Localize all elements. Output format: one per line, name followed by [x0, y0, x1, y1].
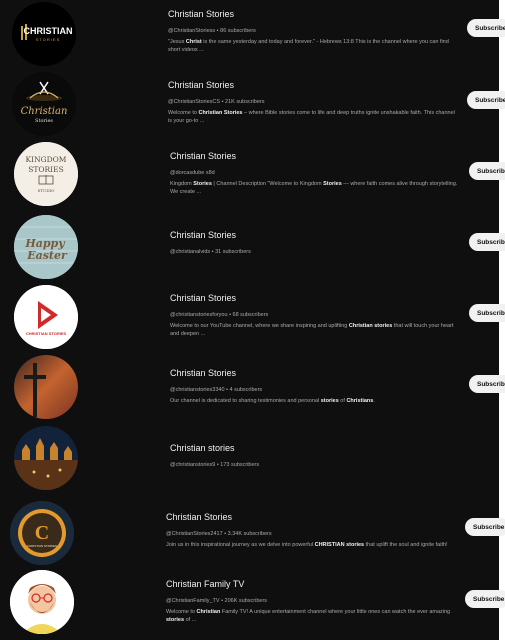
avatar-wordmark: C [35, 522, 49, 544]
happy-easter-art-icon: Happy Easter [14, 215, 78, 279]
channel-info: Christian stories @christianstories9 • 1… [170, 442, 462, 469]
channel-title[interactable]: Christian Stories [166, 511, 466, 523]
subscribe-button[interactable]: Subscribe [469, 304, 505, 322]
channel-info: Christian Stories @christianstoriesforyo… [170, 292, 462, 338]
avatar-extraword: STUDIO [38, 188, 56, 193]
channel-avatar[interactable]: CHRISTIAN STORIES [12, 2, 76, 66]
subscribe-button[interactable]: Subscribe [469, 375, 505, 393]
channel-description: Welcome to Christian Stories – where Bib… [168, 110, 455, 124]
avatar-subword: Easter [26, 249, 68, 262]
city-night-image-icon [14, 426, 78, 490]
avatar-subword: Stories [35, 118, 53, 124]
channel-handle-subs: @ChristianStoriesCS • 21K subscribers [168, 99, 265, 105]
avatar-wordmark: Christian [21, 106, 68, 117]
channel-info: Christian Stories @christianstories3340 … [170, 367, 462, 405]
subscribe-button[interactable]: Subscribe [469, 233, 505, 251]
channel-info: Christian Stories @ChristianStoriesCS • … [168, 79, 460, 125]
subscribe-button[interactable]: Subscribe [465, 590, 505, 608]
channel-title[interactable]: Christian stories [170, 442, 462, 454]
channel-result[interactable]: Christian stories @christianstories9 • 1… [0, 426, 505, 496]
subscribe-button[interactable]: Subscribe [467, 19, 505, 37]
channel-title[interactable]: Christian Stories [168, 8, 460, 20]
channel-title[interactable]: Christian Family TV [166, 578, 462, 590]
channel-description: Join us in this inspirational journey as… [166, 542, 448, 548]
avatar-subword: STORIES [28, 165, 64, 174]
channel-avatar[interactable] [14, 355, 78, 419]
channel-result[interactable]: Christian Family TV @ChristianFamily_TV … [0, 570, 505, 640]
channel-description: "Jesus Christ is the same yesterday and … [168, 39, 449, 53]
channel-avatar[interactable]: C CHRISTIAN STORIES [10, 501, 74, 565]
channel-result[interactable]: CHRISTIAN STORIES Christian Stories @Chr… [0, 0, 505, 70]
channel-result[interactable]: CHRISTIAN STORIES Christian Stories @chr… [0, 284, 505, 354]
avatar-wordmark: CHRISTIAN [24, 26, 73, 36]
channel-info: Christian Stories @dorcasdube x8d Kingdo… [170, 150, 462, 196]
channel-result[interactable]: KINGDOM STORIES STUDIO Christian Stories… [0, 142, 505, 212]
channel-avatar[interactable] [14, 426, 78, 490]
channel-description: Our channel is dedicated to sharing test… [170, 398, 375, 404]
cartoon-man-avatar-icon [10, 570, 74, 634]
avatar-wordmark: CHRISTIAN STORIES [26, 331, 67, 336]
subscribe-button[interactable]: Subscribe [467, 91, 505, 109]
channel-handle-subs: @dorcasdube x8d [170, 170, 215, 176]
channel-avatar[interactable]: CHRISTIAN STORIES [14, 285, 78, 349]
kingdom-stories-logo-icon: KINGDOM STORIES STUDIO [14, 142, 78, 206]
channel-info: Christian Family TV @ChristianFamily_TV … [166, 578, 462, 624]
avatar-subword: CHRISTIAN STORIES [27, 544, 57, 548]
channel-handle-subs: @ChristianFamily_TV • 206K subscribers [166, 598, 268, 604]
channel-title[interactable]: Christian Stories [170, 292, 462, 304]
channel-avatar[interactable]: Christian Stories [12, 72, 76, 136]
channel-description: Welcome to our YouTube channel, where we… [170, 323, 454, 337]
subscribe-button[interactable]: Subscribe [469, 162, 505, 180]
channel-handle-subs: @ChristianStories2417 • 3.34K subscriber… [166, 531, 272, 537]
channel-result[interactable]: C CHRISTIAN STORIES Christian Stories @C… [0, 497, 505, 567]
christian-stories-logo-icon: CHRISTIAN STORIES [12, 2, 76, 66]
channel-info: Christian Stories @ChristianStoriess • 8… [168, 8, 460, 54]
channel-title[interactable]: Christian Stories [168, 79, 460, 91]
channel-result[interactable]: Happy Easter Christian Stories @christia… [0, 213, 505, 283]
channel-title[interactable]: Christian Stories [170, 150, 462, 162]
christian-stories-c-logo-icon: C CHRISTIAN STORIES [10, 501, 74, 565]
channel-handle-subs: @christianstories9 • 173 subscribers [170, 462, 260, 468]
channel-title[interactable]: Christian Stories [170, 229, 462, 241]
channel-avatar[interactable]: Happy Easter [14, 215, 78, 279]
channel-result[interactable]: Christian Stories Christian Stories @Chr… [0, 71, 505, 141]
channel-info: Christian Stories @christianalvids • 31 … [170, 229, 462, 256]
channel-avatar[interactable] [10, 570, 74, 634]
channel-description: Welcome to Christian Family TV! A unique… [166, 609, 451, 623]
play-logo-icon: CHRISTIAN STORIES [14, 285, 78, 349]
channel-handle-subs: @christianstories3340 • 4 subscribers [170, 387, 263, 393]
christian-stories-logo-icon: Christian Stories [12, 72, 76, 136]
channel-handle-subs: @christianalvids • 31 subscribers [170, 249, 251, 255]
channel-handle-subs: @christianstoriesforyou • 68 subscribers [170, 312, 269, 318]
channel-description: Kingdom Stories | Channel Description "W… [170, 181, 458, 195]
avatar-subword: STORIES [36, 37, 61, 42]
subscribe-button[interactable]: Subscribe [465, 518, 505, 536]
channel-avatar[interactable]: KINGDOM STORIES STUDIO [14, 142, 78, 206]
channel-title[interactable]: Christian Stories [170, 367, 462, 379]
avatar-wordmark: KINGDOM [26, 155, 67, 164]
cross-sunset-image-icon [14, 355, 78, 419]
channel-result[interactable]: Christian Stories @christianstories3340 … [0, 355, 505, 425]
channel-info: Christian Stories @ChristianStories2417 … [166, 511, 466, 549]
channel-handle-subs: @ChristianStoriess • 86 subscribers [168, 28, 256, 34]
